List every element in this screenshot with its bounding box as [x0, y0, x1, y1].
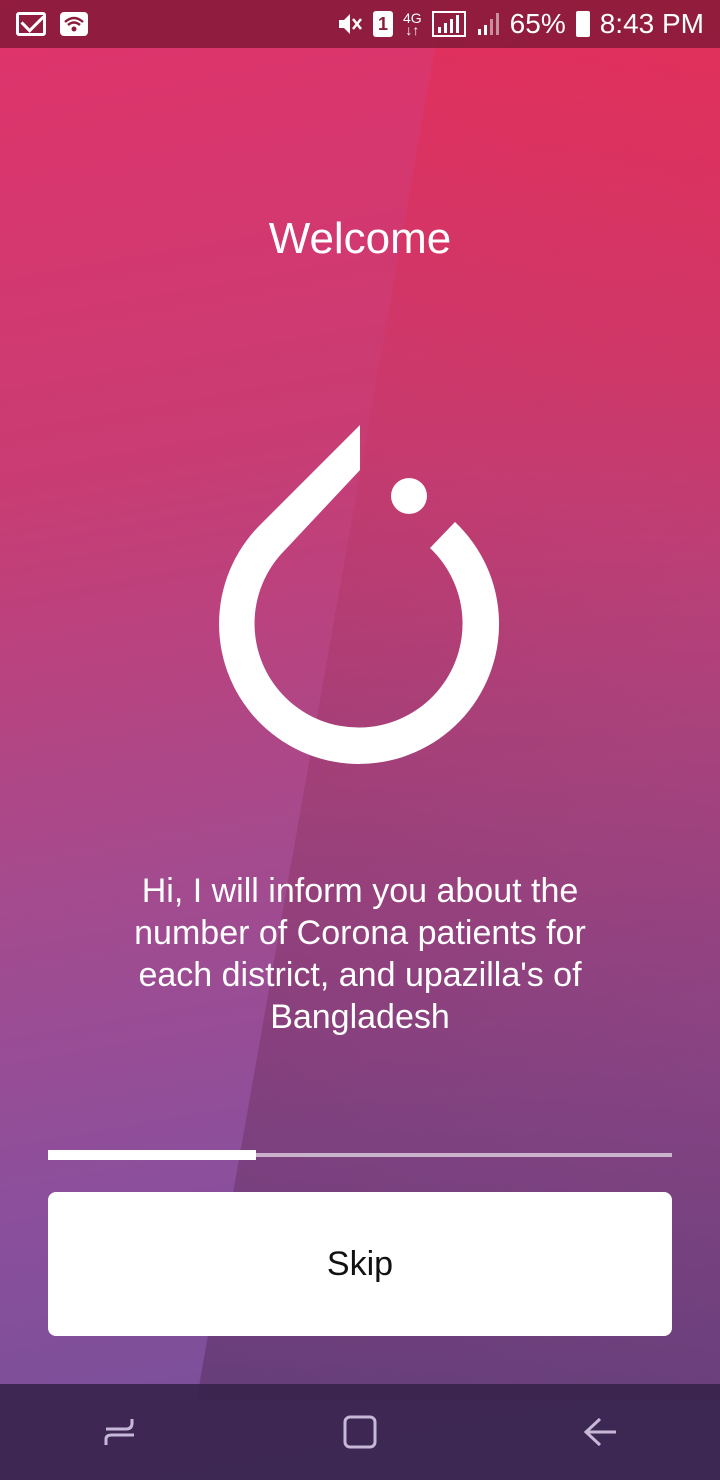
home-icon[interactable] — [320, 1392, 400, 1472]
navigation-bar — [0, 1384, 720, 1480]
status-left — [16, 12, 88, 36]
recents-icon[interactable] — [80, 1392, 160, 1472]
signal-icon — [431, 11, 466, 37]
onboarding-progress — [48, 1150, 672, 1160]
onboarding-screen: 1 4G ↓↑ 65% 8:43 PM Welcome Hi, I will i… — [0, 0, 720, 1480]
pytorch-flame-icon — [200, 410, 520, 770]
progress-fill — [48, 1150, 256, 1160]
back-icon[interactable] — [560, 1392, 640, 1472]
skip-button[interactable]: Skip — [48, 1192, 672, 1336]
sim-icon: 1 — [372, 11, 393, 37]
network-arrows: ↓↑ — [405, 22, 420, 38]
mute-icon — [335, 11, 363, 37]
wifi-icon — [60, 12, 88, 36]
signal-icon-2 — [476, 11, 500, 37]
battery-icon — [575, 11, 590, 37]
gmail-icon — [16, 12, 46, 36]
clock: 8:43 PM — [599, 8, 704, 39]
page-title: Welcome — [268, 214, 452, 263]
network-4g-icon: 4G ↓↑ — [403, 11, 422, 38]
battery-percent: 65% — [509, 8, 566, 39]
status-right: 1 4G ↓↑ 65% 8:43 PM — [335, 8, 704, 40]
intro-message: Hi, I will inform you about the number o… — [134, 872, 586, 1036]
status-bar: 1 4G ↓↑ 65% 8:43 PM — [0, 0, 720, 48]
